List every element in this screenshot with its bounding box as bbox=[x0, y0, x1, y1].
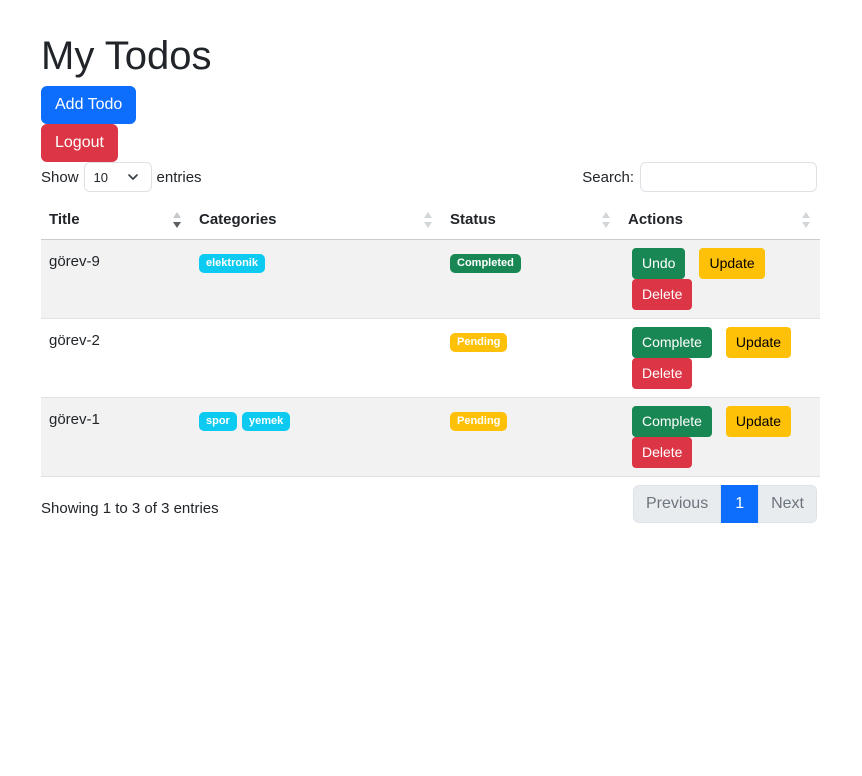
status-badge: Completed bbox=[450, 253, 521, 273]
status-badge: Pending bbox=[450, 411, 508, 431]
previous-page-button[interactable]: Previous bbox=[632, 485, 722, 523]
chevron-down-icon bbox=[127, 174, 138, 180]
logout-button[interactable]: Logout bbox=[41, 124, 118, 162]
todo-actions-cell: Complete Update Delete bbox=[620, 397, 820, 477]
search-input[interactable] bbox=[640, 162, 817, 192]
column-header-status[interactable]: Status bbox=[442, 200, 620, 240]
category-badge: spor bbox=[199, 411, 237, 431]
todo-actions-cell: Undo Update Delete bbox=[620, 239, 820, 319]
column-header-label: Title bbox=[49, 210, 80, 228]
search-control: Search: bbox=[582, 162, 817, 192]
undo-button[interactable]: Undo bbox=[632, 247, 686, 279]
table-row: görev-2 Pending Complete Update Delete bbox=[41, 318, 820, 398]
todo-categories-cell: elektronik bbox=[191, 239, 442, 319]
update-button[interactable]: Update bbox=[725, 326, 792, 358]
table-info: Showing 1 to 3 of 3 entries bbox=[41, 500, 219, 517]
entries-per-page-select[interactable]: 10 bbox=[83, 162, 152, 192]
actions-group: Complete Update Delete bbox=[628, 405, 812, 468]
todo-title-cell: görev-1 bbox=[41, 397, 191, 477]
sort-icon bbox=[424, 212, 432, 228]
column-header-label: Status bbox=[450, 210, 496, 228]
todo-categories-cell: spor yemek bbox=[191, 397, 442, 477]
table-row: görev-9 elektronik Completed Undo Update … bbox=[41, 239, 820, 319]
todos-table: Title Categories Status Actions görev-9 … bbox=[41, 200, 820, 477]
complete-button[interactable]: Complete bbox=[632, 405, 712, 437]
update-button[interactable]: Update bbox=[725, 405, 792, 437]
todo-actions-cell: Complete Update Delete bbox=[620, 318, 820, 398]
page-1-button[interactable]: 1 bbox=[721, 485, 759, 523]
entries-per-page-value: 10 bbox=[93, 169, 108, 185]
column-header-label: Categories bbox=[199, 210, 277, 228]
entries-length-control: Show 10 entries bbox=[41, 162, 202, 192]
table-row: görev-1 spor yemek Pending Complete Updat… bbox=[41, 397, 820, 477]
delete-button[interactable]: Delete bbox=[632, 278, 693, 310]
category-badge: yemek bbox=[242, 411, 291, 431]
add-todo-button[interactable]: Add Todo bbox=[41, 86, 137, 124]
page: My Todos Add Todo Logout Show 10 entries… bbox=[0, 0, 862, 776]
actions-group: Undo Update Delete bbox=[628, 247, 812, 310]
search-label: Search: bbox=[582, 168, 634, 186]
todo-title-cell: görev-9 bbox=[41, 239, 191, 319]
delete-button[interactable]: Delete bbox=[632, 436, 693, 468]
column-header-title[interactable]: Title bbox=[41, 200, 191, 240]
sort-icon bbox=[602, 212, 610, 228]
length-suffix: entries bbox=[156, 168, 202, 186]
complete-button[interactable]: Complete bbox=[632, 326, 712, 358]
table-header-row: Title Categories Status Actions bbox=[41, 200, 820, 240]
category-badge: elektronik bbox=[199, 253, 265, 273]
pagination: Previous 1 Next bbox=[632, 485, 817, 523]
column-header-label: Actions bbox=[628, 210, 684, 228]
status-badge: Pending bbox=[450, 332, 508, 352]
todo-status-cell: Pending bbox=[442, 318, 620, 398]
sort-icon bbox=[802, 212, 810, 228]
update-button[interactable]: Update bbox=[699, 247, 765, 279]
todo-status-cell: Pending bbox=[442, 397, 620, 477]
todo-title-cell: görev-2 bbox=[41, 318, 191, 398]
todo-status-cell: Completed bbox=[442, 239, 620, 319]
todo-categories-cell bbox=[191, 318, 442, 398]
page-title: My Todos bbox=[41, 34, 212, 78]
length-prefix: Show bbox=[41, 168, 79, 186]
column-header-actions[interactable]: Actions bbox=[620, 200, 820, 240]
sort-ascending-icon bbox=[173, 212, 181, 228]
actions-group: Complete Update Delete bbox=[628, 326, 812, 389]
next-page-button[interactable]: Next bbox=[758, 485, 817, 523]
delete-button[interactable]: Delete bbox=[632, 357, 693, 389]
column-header-categories[interactable]: Categories bbox=[191, 200, 442, 240]
